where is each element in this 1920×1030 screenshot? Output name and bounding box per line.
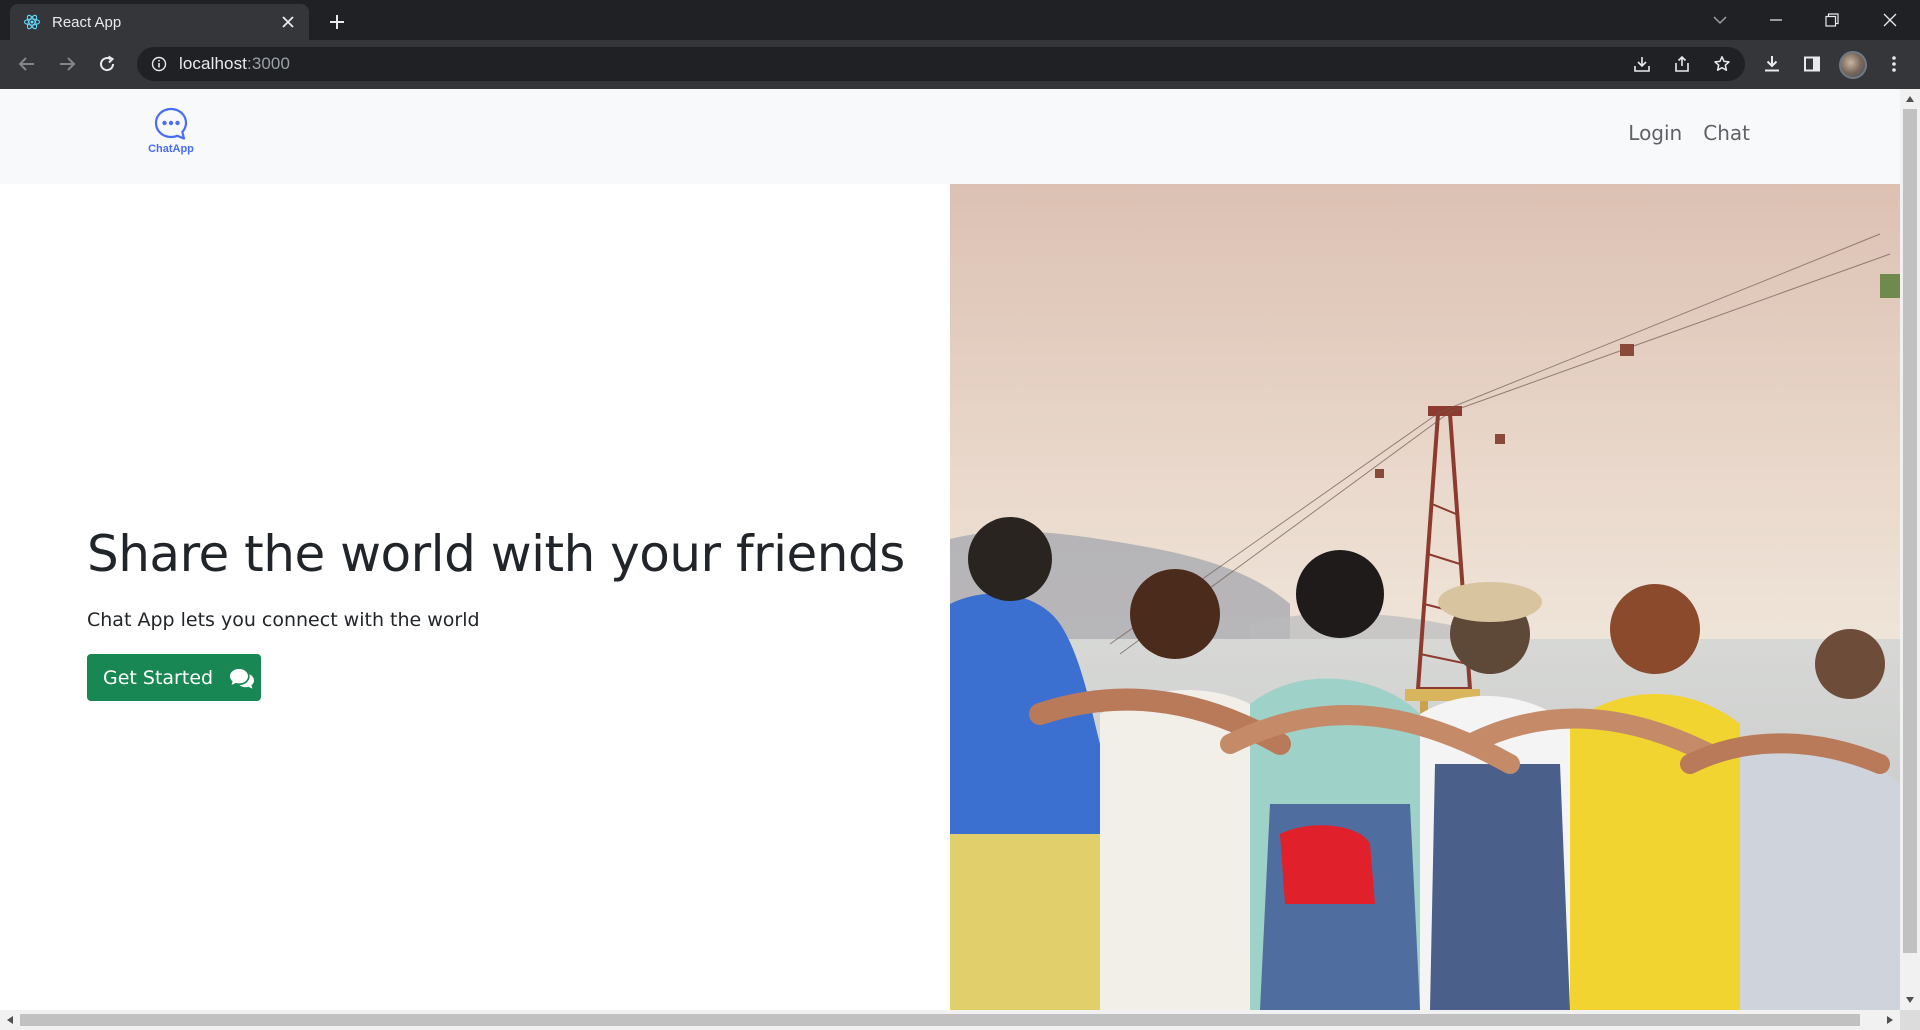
scrollbar-corner [1900, 1010, 1920, 1030]
scroll-up-arrow-icon[interactable] [1900, 89, 1920, 109]
install-app-icon[interactable] [1629, 51, 1655, 77]
page-content: ChatApp Login Chat Share the world with … [0, 89, 1900, 1010]
get-started-label: Get Started [103, 666, 214, 689]
hero-subtitle: Chat App lets you connect with the world [87, 609, 480, 631]
nav-link-login[interactable]: Login [1628, 121, 1682, 145]
side-panel-icon[interactable] [1796, 48, 1828, 80]
nav-links: Login Chat [1628, 121, 1750, 145]
profile-avatar[interactable] [1839, 51, 1867, 79]
new-tab-button[interactable] [322, 8, 352, 36]
scroll-left-arrow-icon[interactable] [0, 1010, 20, 1030]
hero-title: Share the world with your friends [87, 525, 905, 583]
site-info-icon[interactable] [151, 56, 167, 72]
forward-icon[interactable] [51, 48, 83, 80]
comments-icon [229, 667, 255, 689]
vertical-scrollbar[interactable] [1900, 89, 1920, 1010]
horizontal-scroll-thumb[interactable] [20, 1014, 1860, 1026]
address-bar[interactable]: localhost:3000 [137, 47, 1745, 81]
site-navbar: ChatApp Login Chat [0, 89, 1900, 184]
get-started-button[interactable]: Get Started [87, 654, 261, 701]
tab-search-chevron-icon[interactable] [1692, 0, 1748, 40]
hero-section: Share the world with your friends Chat A… [0, 184, 950, 1010]
kebab-menu-icon[interactable] [1878, 48, 1910, 80]
browser-tab[interactable]: React App [10, 4, 309, 40]
url-host: localhost [179, 54, 247, 73]
brand-name: ChatApp [148, 143, 194, 155]
browser-tabstrip: React App [0, 0, 1920, 40]
restore-window-icon[interactable] [1804, 0, 1860, 40]
scroll-right-arrow-icon[interactable] [1880, 1010, 1900, 1030]
tab-title: React App [52, 13, 122, 31]
vertical-scroll-thumb[interactable] [1903, 109, 1917, 953]
browser-toolbar: localhost:3000 [0, 40, 1920, 89]
horizontal-scrollbar[interactable] [0, 1010, 1900, 1030]
react-logo-icon [22, 12, 42, 32]
nav-link-chat[interactable]: Chat [1703, 121, 1750, 145]
url-port: :3000 [247, 54, 291, 73]
reload-icon[interactable] [91, 48, 123, 80]
minimize-window-icon[interactable] [1748, 0, 1804, 40]
bookmark-star-icon[interactable] [1709, 51, 1735, 77]
brand-logo[interactable]: ChatApp [144, 106, 198, 168]
address-url: localhost:3000 [179, 54, 290, 74]
page-viewport: ChatApp Login Chat Share the world with … [0, 89, 1920, 1030]
back-icon[interactable] [11, 48, 43, 80]
hero-photo-friends [950, 184, 1900, 1010]
chat-bubble-dots-icon [153, 106, 189, 142]
share-icon[interactable] [1669, 51, 1695, 77]
downloads-icon[interactable] [1756, 48, 1788, 80]
close-window-icon[interactable] [1862, 0, 1918, 40]
close-tab-icon[interactable] [277, 11, 299, 33]
scroll-down-arrow-icon[interactable] [1900, 990, 1920, 1010]
